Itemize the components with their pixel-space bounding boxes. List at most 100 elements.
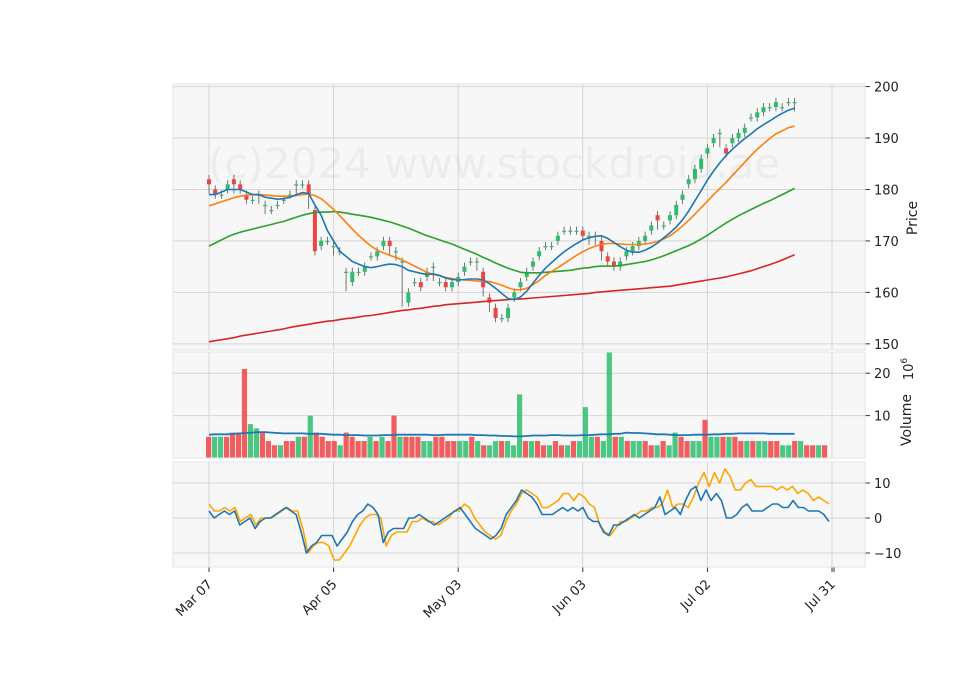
volume-bar-down (331, 441, 337, 458)
volume-bar-up (606, 352, 612, 458)
volume-bar-up (714, 436, 720, 458)
volume-bar-up (798, 441, 804, 458)
volume-bar-down (612, 436, 618, 458)
price-panel-bg (173, 84, 865, 350)
chart-svg: 150 160 170 180 190 200 10 20 −10 0 10 Mar 07 Apr… (172, 81, 921, 621)
candle-up (543, 246, 548, 248)
volume-bar-down (223, 436, 230, 458)
y-tick-label: 150 (874, 338, 899, 353)
volume-bar-up (618, 436, 624, 458)
volume-bar-down (271, 445, 277, 458)
candle-down (655, 215, 660, 221)
candle-up (474, 261, 479, 263)
y-tick-label: 180 (874, 183, 899, 198)
volume-bar-down (738, 441, 744, 458)
volume-scale-label: 106 (900, 358, 917, 381)
volume-bar-up (726, 436, 732, 458)
volume-bar-down (642, 441, 648, 458)
volume-bar-down (750, 441, 756, 458)
volume-bar-up (630, 441, 636, 458)
volume-bar-up (295, 436, 301, 458)
volume-bar-up (690, 441, 696, 458)
volume-bar-down (552, 441, 559, 458)
volume-bar-up (397, 436, 403, 458)
price-axis-label: Price (905, 201, 921, 235)
candle-up (449, 282, 454, 288)
candle-up (406, 292, 411, 303)
volume-bar-up (367, 436, 373, 458)
volume-bar-down (648, 445, 654, 458)
volume-bar-down (241, 368, 248, 458)
candle-up (344, 271, 349, 273)
volume-bar-up (672, 432, 678, 458)
volume-bar-down (804, 445, 810, 458)
candle-up (661, 225, 666, 227)
candle-up (512, 292, 517, 298)
candle-down (443, 282, 448, 288)
stock-chart: 150 160 170 180 190 200 10 20 −10 0 10 Mar 07 Apr… (0, 0, 960, 690)
candle-up (356, 271, 361, 273)
candle-up (462, 266, 467, 272)
y-tick-label: 190 (874, 132, 899, 147)
candle-up (499, 318, 504, 320)
volume-bar-down (235, 432, 242, 458)
candle-down (599, 240, 604, 252)
volume-bar-down (343, 432, 349, 458)
volume-bar-down (522, 441, 529, 458)
candle-up (767, 107, 772, 109)
candle-up (269, 210, 274, 212)
candle-up (736, 132, 741, 139)
candle-up (250, 199, 255, 201)
y-tick-label: 170 (874, 235, 899, 250)
volume-bar-down (403, 436, 409, 458)
candle-down (387, 240, 392, 247)
candle-down (605, 256, 610, 262)
volume-bar-up (564, 445, 571, 458)
volume-bar-down (810, 445, 816, 458)
x-tick-label: May 03 (421, 577, 465, 621)
volume-bar-down (301, 436, 307, 458)
volume-bar-up (211, 436, 218, 458)
volume-bar-up (546, 445, 553, 458)
candle-up (263, 204, 268, 207)
volume-bar-down (349, 436, 355, 458)
volume-bar-down (499, 441, 505, 458)
volume-bar-up (457, 441, 463, 458)
volume-bar-up (600, 441, 606, 458)
candle-up (431, 266, 436, 268)
candle-up (786, 102, 791, 104)
candle-up (624, 251, 629, 257)
volume-bar-down (409, 436, 415, 458)
candle-up (749, 117, 754, 119)
volume-bar-down (385, 441, 391, 458)
y-tick-label: −10 (874, 547, 901, 562)
candle-up (325, 240, 330, 243)
volume-bar-up (487, 445, 493, 458)
candle-up (674, 204, 679, 216)
volume-bar-down (768, 441, 774, 458)
x-tick-label: Jun 03 (549, 577, 589, 617)
volume-bar-down (594, 436, 600, 458)
volume-bar-up (666, 445, 672, 458)
candle-up (761, 107, 766, 113)
candle-up (574, 230, 579, 232)
volume-bar-down (702, 419, 708, 458)
volume-bar-up (511, 445, 517, 458)
volume-bar-down (469, 436, 475, 458)
volume-bar-down (774, 441, 780, 458)
volume-bar-down (481, 445, 487, 458)
candle-up (668, 215, 673, 221)
candle-up (437, 282, 442, 284)
candle-up (530, 261, 535, 267)
volume-bar-down (265, 441, 271, 458)
volume-bar-up (505, 441, 511, 458)
volume-bar-down (792, 441, 798, 458)
volume-bar-down (534, 441, 541, 458)
candle-down (312, 210, 317, 252)
volume-bar-up (582, 407, 588, 458)
volume-bar-down (732, 436, 738, 458)
candle-up (555, 235, 560, 241)
volume-bar-up (307, 415, 313, 458)
watermark: (c)2024 www.stockdroid.ae (208, 139, 780, 188)
y-tick-label: 10 (874, 410, 891, 425)
